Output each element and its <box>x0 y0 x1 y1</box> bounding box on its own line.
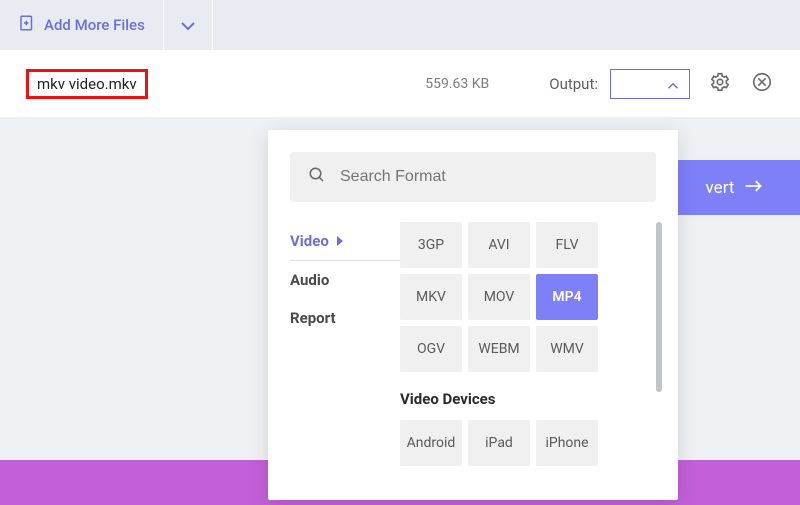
device-iphone[interactable]: iPhone <box>536 420 598 466</box>
scroll-thumb[interactable] <box>656 222 662 392</box>
convert-label: vert <box>706 178 735 198</box>
format-area: 3GPAVIFLV MKVMOVMP4 OGVWEBMWMV Video Devic… <box>400 222 672 484</box>
caret-right-icon <box>337 232 343 250</box>
format-ogv[interactable]: OGV <box>400 326 462 372</box>
format-webm[interactable]: WEBM <box>468 326 530 372</box>
chevron-down-icon <box>180 16 196 35</box>
file-size: 559.63 KB <box>425 76 489 92</box>
category-list: Video Audio Report <box>290 222 400 484</box>
format-3gp[interactable]: 3GP <box>400 222 462 268</box>
category-audio-label: Audio <box>290 271 329 289</box>
format-wmv[interactable]: WMV <box>536 326 598 372</box>
arrow-right-icon <box>744 178 764 198</box>
topbar: Add More Files <box>0 0 800 51</box>
convert-button[interactable]: vert <box>670 160 800 215</box>
category-video[interactable]: Video <box>290 222 400 261</box>
format-picker: Video Audio Report 3GPAVIFLV MKVMOVMP4 OGV… <box>268 130 678 500</box>
category-report[interactable]: Report <box>290 299 400 337</box>
output-format-select[interactable] <box>610 69 690 99</box>
scrollbar[interactable] <box>656 222 662 392</box>
settings-button[interactable] <box>708 72 732 96</box>
device-ipad[interactable]: iPad <box>468 420 530 466</box>
chevron-up-icon <box>667 75 679 94</box>
remove-file-button[interactable] <box>750 72 774 96</box>
video-devices-heading: Video Devices <box>400 390 650 408</box>
format-grid: 3GPAVIFLV MKVMOVMP4 OGVWEBMWMV <box>400 222 650 372</box>
add-more-files-button[interactable]: Add More Files <box>0 0 164 50</box>
search-input[interactable] <box>340 168 638 186</box>
file-name: mkv video.mkv <box>26 69 148 99</box>
file-row: mkv video.mkv 559.63 KB Output: <box>0 51 800 118</box>
category-audio[interactable]: Audio <box>290 261 400 299</box>
category-report-label: Report <box>290 309 336 327</box>
add-file-icon <box>18 14 36 36</box>
search-wrap <box>290 152 656 202</box>
add-more-files-label: Add More Files <box>44 16 145 34</box>
category-video-label: Video <box>290 232 329 250</box>
format-flv[interactable]: FLV <box>536 222 598 268</box>
device-grid: AndroidiPadiPhone <box>400 420 650 466</box>
format-mov[interactable]: MOV <box>468 274 530 320</box>
format-mkv[interactable]: MKV <box>400 274 462 320</box>
gear-icon <box>709 71 731 97</box>
format-mp4[interactable]: MP4 <box>536 274 598 320</box>
format-avi[interactable]: AVI <box>468 222 530 268</box>
search-icon <box>308 166 326 188</box>
add-more-files-dropdown[interactable] <box>164 0 213 50</box>
device-android[interactable]: Android <box>400 420 462 466</box>
output-label: Output: <box>549 75 598 93</box>
close-icon <box>751 71 773 97</box>
